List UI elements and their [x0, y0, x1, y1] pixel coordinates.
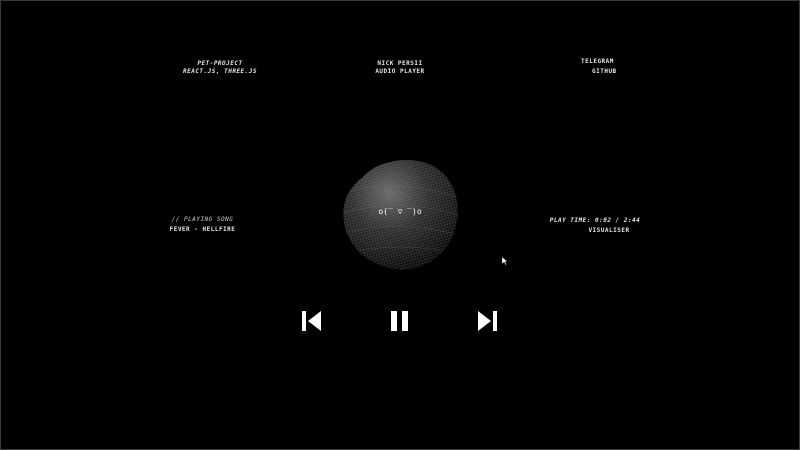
social-links: TELEGRAM GITHUB	[575, 58, 635, 76]
skip-previous-icon[interactable]	[300, 309, 324, 333]
telegram-link[interactable]: TELEGRAM	[575, 58, 635, 66]
play-time: PLAY TIME: 0:02 / 2:44	[549, 217, 641, 224]
app-title: NICK PERSII AUDIO PLAYER	[360, 60, 440, 76]
app-name: AUDIO PLAYER	[375, 68, 425, 75]
now-playing: // PLAYING SONG FEVER - HELLFIRE	[160, 216, 245, 234]
playback-status: PLAY TIME: 0:02 / 2:44 VISUALISER	[545, 217, 645, 235]
emoticon-face: o(‾ ▽ ‾)o	[378, 207, 422, 216]
project-stack: REACT.JS, THREE.JS	[182, 68, 258, 75]
visualiser-mode: VISUALISER	[588, 227, 630, 234]
project-info: PET-PROJECT REACT.JS, THREE.JS	[180, 60, 260, 76]
skip-next-icon[interactable]	[475, 309, 499, 333]
playing-label: // PLAYING SONG	[171, 216, 234, 223]
author-name: NICK PERSII	[377, 60, 423, 67]
github-link[interactable]: GITHUB	[575, 68, 635, 76]
pause-icon[interactable]	[388, 309, 412, 333]
song-title: FEVER - HELLFIRE	[169, 226, 236, 233]
project-type: PET-PROJECT	[197, 60, 243, 67]
mouse-cursor-icon	[501, 250, 508, 266]
